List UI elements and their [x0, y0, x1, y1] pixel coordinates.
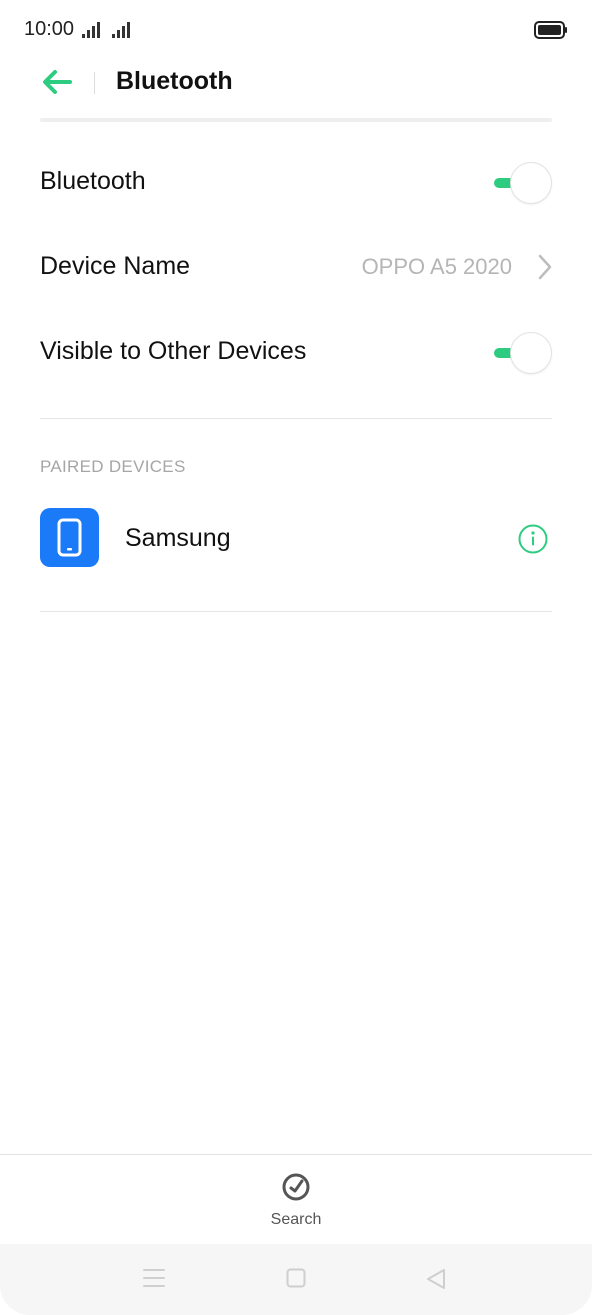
- signal-icon-1: [82, 22, 100, 38]
- visible-toggle[interactable]: [486, 332, 552, 374]
- search-radar-icon: [282, 1173, 310, 1201]
- status-time: 10:00: [24, 18, 75, 40]
- home-icon[interactable]: [286, 1268, 306, 1288]
- battery-icon: [534, 21, 567, 39]
- bottom-action-bar: Search: [0, 1154, 592, 1245]
- phone-icon: [40, 508, 99, 567]
- device-name-row[interactable]: Device Name OPPO A5 2020: [40, 238, 552, 298]
- paired-devices-header: PAIRED DEVICES: [40, 457, 186, 476]
- bluetooth-row[interactable]: Bluetooth: [40, 153, 552, 213]
- list-divider: [40, 611, 552, 612]
- toggle-knob: [510, 332, 552, 374]
- header-separator: [40, 118, 552, 122]
- bluetooth-toggle[interactable]: [486, 162, 552, 204]
- info-icon[interactable]: [518, 524, 548, 554]
- device-name-value: OPPO A5 2020: [361, 254, 512, 279]
- paired-device-name: Samsung: [125, 524, 231, 552]
- visible-label: Visible to Other Devices: [40, 337, 307, 365]
- toggle-knob: [510, 162, 552, 204]
- menu-icon[interactable]: [143, 1268, 165, 1288]
- section-divider: [40, 418, 552, 419]
- app-header: Bluetooth: [0, 60, 592, 122]
- status-bar: 10:00: [0, 0, 592, 60]
- back-triangle-icon[interactable]: [425, 1268, 447, 1290]
- device-name-label: Device Name: [40, 252, 191, 280]
- visible-row[interactable]: Visible to Other Devices: [40, 323, 552, 383]
- signal-icon-2: [112, 22, 130, 38]
- system-nav-bar: [0, 1244, 592, 1315]
- search-label: Search: [270, 1211, 322, 1228]
- page-title: Bluetooth: [116, 67, 233, 95]
- bluetooth-label: Bluetooth: [40, 167, 146, 195]
- back-arrow-icon[interactable]: [40, 68, 76, 96]
- header-divider: [94, 72, 95, 94]
- paired-device-row[interactable]: Samsung: [40, 508, 552, 570]
- chevron-right-icon: [538, 254, 552, 280]
